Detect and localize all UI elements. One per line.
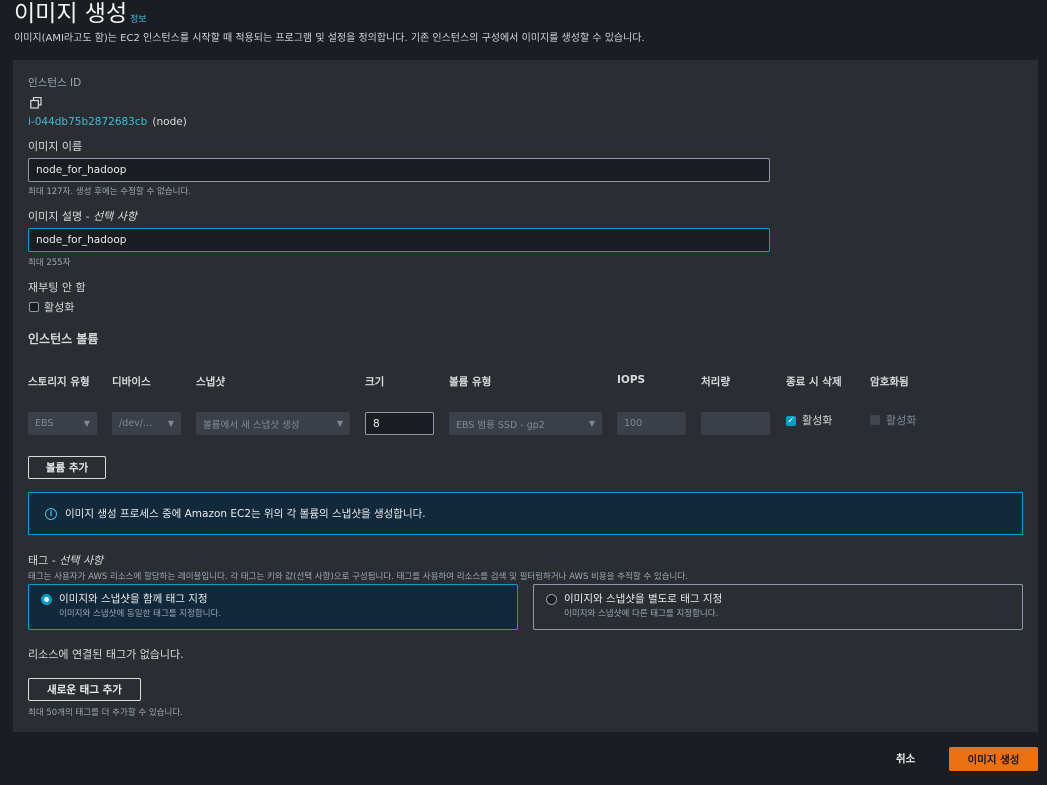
size-input[interactable]: 8 — [365, 412, 434, 435]
col-size: 크기 — [365, 376, 385, 388]
tag-separate-title: 이미지와 스냅샷을 별도로 태그 지정 — [564, 593, 723, 605]
col-volume-type: 볼륨 유형 — [449, 376, 492, 388]
info-icon: i — [45, 507, 57, 520]
image-name-input[interactable]: node_for_hadoop — [28, 158, 770, 182]
delete-on-termination-checkbox[interactable]: ✓ — [786, 416, 796, 426]
copy-icon[interactable] — [30, 94, 42, 109]
col-encrypted: 암호화됨 — [870, 376, 909, 388]
create-image-button[interactable]: 이미지 생성 — [949, 747, 1038, 771]
image-description-optional: 선택 사항 — [93, 210, 138, 223]
add-tag-button[interactable]: 새로운 태그 추가 — [28, 678, 141, 701]
col-delete-on-termination: 종료 시 삭제 — [786, 376, 842, 388]
instance-id-link[interactable]: i-044db75b2872683cb — [28, 116, 147, 128]
volume-type-value: EBS 범용 SSD - gp2 — [456, 419, 545, 431]
image-description-label-main: 이미지 설명 - — [28, 210, 94, 223]
chevron-down-icon: ▼ — [336, 419, 343, 428]
instance-id-row: i-044db75b2872683cb (node) — [28, 110, 187, 129]
snapshot-value: 볼륨에서 새 스냅샷 생성 — [203, 419, 300, 431]
instance-id-label: 인스턴스 ID — [28, 77, 82, 89]
tags-label: 태그 - 선택 사항 — [28, 552, 103, 568]
col-snapshot: 스냅샷 — [196, 376, 225, 388]
col-throughput: 처리량 — [701, 376, 730, 388]
no-reboot-checkbox-label: 활성화 — [44, 301, 75, 314]
iops-input[interactable]: 100 — [617, 412, 686, 435]
tag-separate-subtitle: 이미지와 스냅샷에 다른 태그를 지정합니다. — [564, 609, 719, 619]
chevron-down-icon: ▼ — [167, 419, 174, 428]
volume-type-select[interactable]: EBS 범용 SSD - gp2 ▼ — [449, 412, 602, 435]
tag-separate-option[interactable]: 이미지와 스냅샷을 별도로 태그 지정 이미지와 스냅샷에 다른 태그를 지정합… — [533, 584, 1023, 630]
tag-limit-hint: 최대 50개의 태그를 더 추가할 수 있습니다. — [28, 708, 183, 718]
alert-text: 이미지 생성 프로세스 중에 Amazon EC2는 위의 각 볼륨의 스냅샷을… — [65, 508, 426, 520]
tags-label-main: 태그 - — [28, 554, 60, 567]
info-link[interactable]: 정보 — [130, 12, 147, 25]
tag-together-radio[interactable] — [41, 594, 52, 605]
storage-type-select[interactable]: EBS ▼ — [28, 412, 97, 435]
image-description-label: 이미지 설명 - 선택 사항 — [28, 208, 137, 224]
delete-on-termination-label: 활성화 — [802, 414, 833, 427]
chevron-down-icon: ▼ — [83, 419, 90, 428]
no-reboot-label: 재부팅 안 함 — [28, 281, 86, 294]
no-reboot-checkbox[interactable] — [29, 302, 39, 312]
device-select[interactable]: /dev/… ▼ — [112, 412, 181, 435]
image-name-hint: 최대 127자. 생성 후에는 수정할 수 없습니다. — [28, 187, 191, 197]
add-volume-button[interactable]: 볼륨 추가 — [28, 456, 106, 479]
encrypted-label: 활성화 — [886, 414, 917, 427]
throughput-input[interactable] — [701, 412, 770, 435]
instance-volumes-title: 인스턴스 볼륨 — [28, 332, 99, 346]
page-title: 이미지 생성 — [14, 1, 128, 27]
no-tags-text: 리소스에 연결된 태그가 없습니다. — [28, 648, 184, 661]
page-description: 이미지(AMI라고도 함)는 EC2 인스턴스를 시작할 때 적용되는 프로그램… — [14, 33, 645, 44]
chevron-down-icon: ▼ — [588, 419, 595, 428]
col-device: 디바이스 — [112, 376, 151, 388]
encrypted-checkbox[interactable] — [870, 415, 880, 425]
snapshot-select[interactable]: 볼륨에서 새 스냅샷 생성 ▼ — [196, 412, 350, 435]
device-value: /dev/… — [119, 418, 153, 429]
image-description-hint: 최대 255자 — [28, 258, 71, 268]
snapshot-info-alert: i 이미지 생성 프로세스 중에 Amazon EC2는 위의 각 볼륨의 스냅… — [28, 492, 1023, 535]
tag-together-subtitle: 이미지와 스냅샷에 동일한 태그를 지정합니다. — [59, 609, 222, 619]
image-description-input[interactable]: node_for_hadoop — [28, 228, 770, 252]
col-storage-type: 스토리지 유형 — [28, 376, 90, 388]
storage-type-value: EBS — [35, 418, 54, 429]
tag-together-option[interactable]: 이미지와 스냅샷을 함께 태그 지정 이미지와 스냅샷에 동일한 태그를 지정합… — [28, 584, 518, 630]
tag-separate-radio[interactable] — [546, 594, 557, 605]
image-name-label: 이미지 이름 — [28, 140, 83, 153]
instance-name: (node) — [152, 116, 187, 128]
col-iops: IOPS — [617, 374, 646, 386]
tag-together-title: 이미지와 스냅샷을 함께 태그 지정 — [59, 593, 208, 605]
tags-optional: 선택 사항 — [59, 554, 104, 567]
tags-description: 태그는 사용자가 AWS 리소스에 할당하는 레이블입니다. 각 태그는 키와 … — [28, 572, 688, 582]
cancel-button[interactable]: 취소 — [896, 751, 915, 766]
